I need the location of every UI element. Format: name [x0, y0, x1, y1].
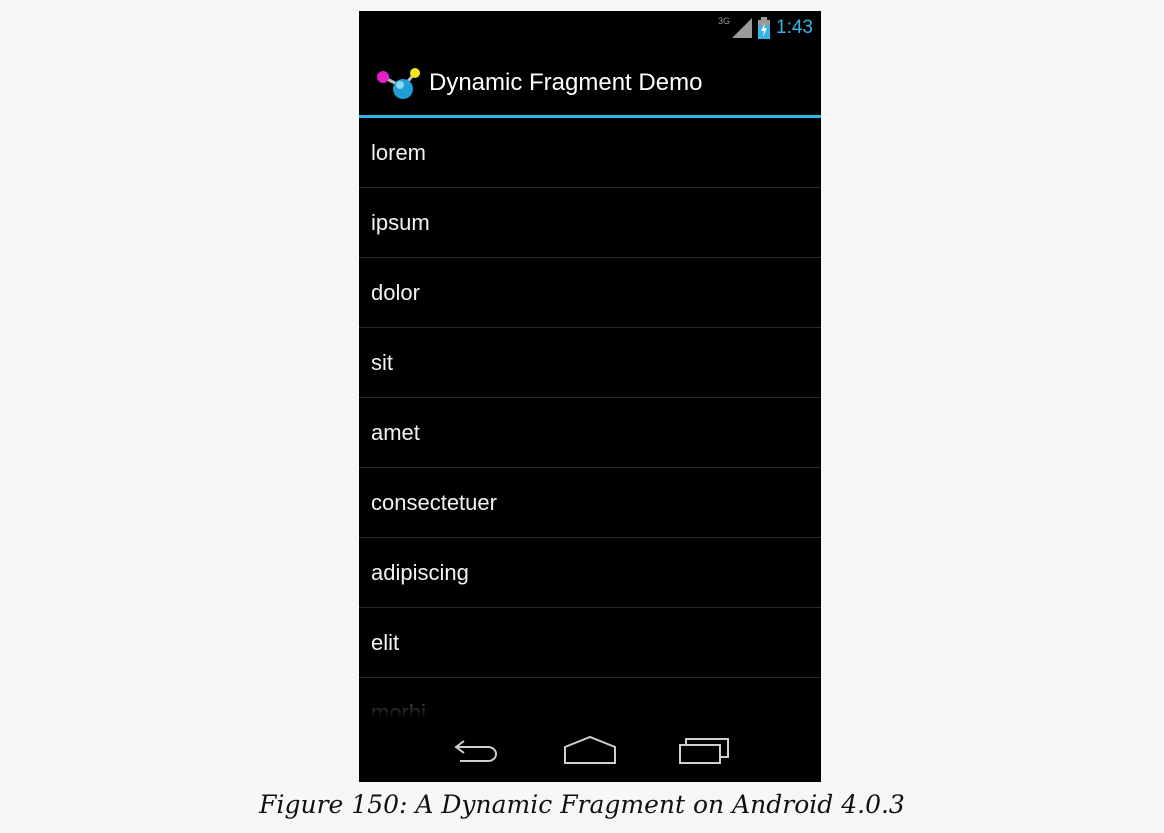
- signal-icon: [732, 18, 753, 38]
- action-bar: Dynamic Fragment Demo: [359, 51, 821, 118]
- list-item-label: dolor: [371, 279, 420, 305]
- list-item-label: consectetuer: [371, 489, 497, 515]
- status-icons: 3G 1:43: [718, 16, 813, 39]
- list-item[interactable]: elit: [359, 608, 821, 678]
- back-button[interactable]: [446, 730, 506, 770]
- list-item-label: amet: [371, 419, 420, 445]
- recent-apps-icon: [679, 738, 729, 764]
- status-bar: 3G 1:43: [359, 11, 821, 51]
- item-list[interactable]: lorem ipsum dolor sit amet consectetuer …: [359, 118, 821, 718]
- nav-bar: [359, 718, 821, 782]
- figure-caption: Figure 150: A Dynamic Fragment on Androi…: [259, 790, 905, 819]
- list-item[interactable]: dolor: [359, 258, 821, 328]
- list-item[interactable]: lorem: [359, 118, 821, 188]
- list-item-label: ipsum: [371, 209, 430, 235]
- list-item[interactable]: adipiscing: [359, 538, 821, 608]
- clock: 1:43: [776, 17, 813, 38]
- recent-apps-button[interactable]: [674, 730, 734, 770]
- phone-screen: 3G 1:43 Dynamic Fragment Demo lorem ipsu…: [359, 11, 821, 782]
- list-item[interactable]: consectetuer: [359, 468, 821, 538]
- list-item-label: sit: [371, 349, 393, 375]
- home-icon: [564, 735, 616, 764]
- back-icon: [454, 740, 497, 762]
- list-fade-overlay: [359, 678, 821, 718]
- app-icon[interactable]: [375, 63, 425, 103]
- list-item[interactable]: ipsum: [359, 188, 821, 258]
- list-item[interactable]: amet: [359, 398, 821, 468]
- list-item-label: elit: [371, 629, 400, 655]
- list-item-label: adipiscing: [371, 559, 469, 585]
- list-item[interactable]: sit: [359, 328, 821, 398]
- network-type: 3G: [718, 16, 731, 26]
- app-title: Dynamic Fragment Demo: [429, 69, 703, 96]
- home-button[interactable]: [560, 730, 620, 770]
- list-item-label: lorem: [371, 139, 427, 165]
- battery-charging-icon: [758, 17, 771, 39]
